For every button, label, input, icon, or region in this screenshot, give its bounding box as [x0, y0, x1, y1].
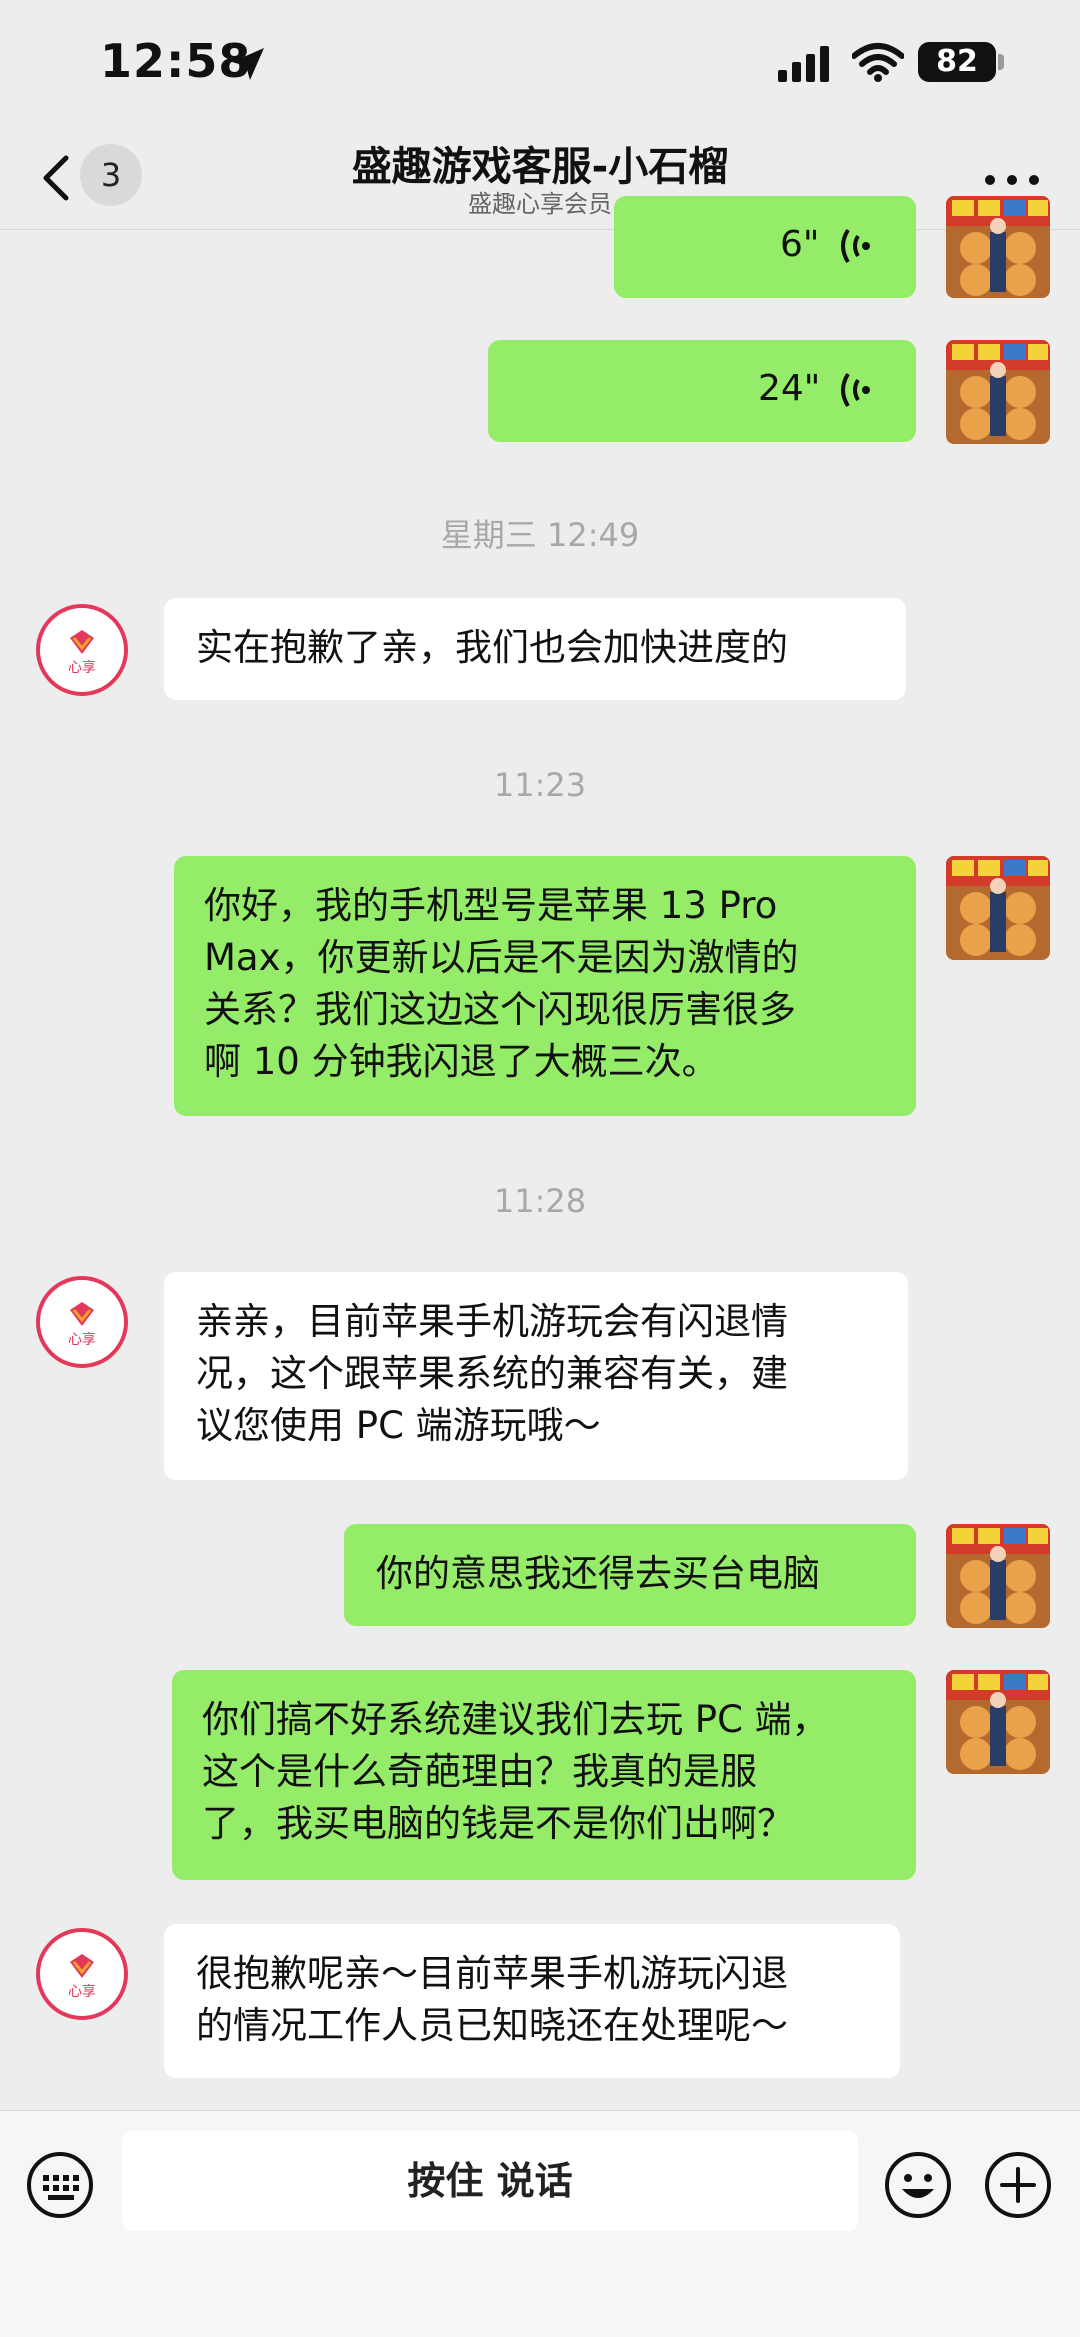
message-line: 很抱歉呢亲～目前苹果手机游玩闪退: [196, 1952, 788, 1995]
cellular-signal-icon: [778, 46, 829, 82]
message-line: 啊 10 分钟我闪退了大概三次。: [204, 1040, 719, 1083]
hold-to-talk-button[interactable]: 按住 说话: [122, 2131, 858, 2231]
my-avatar[interactable]: [946, 856, 1050, 960]
voice-duration: 24": [758, 368, 821, 409]
message-text: 你的意思我还得去买台电脑: [376, 1552, 820, 1595]
message-line: 你们搞不好系统建议我们去玩 PC 端，: [202, 1698, 829, 1741]
wifi-icon: [852, 43, 904, 82]
service-message[interactable]: 很抱歉呢亲～目前苹果手机游玩闪退 的情况工作人员已知晓还在处理呢～: [164, 1924, 900, 2078]
input-bar: 按住 说话: [0, 2110, 1080, 2337]
my-avatar[interactable]: [946, 340, 1050, 444]
my-message[interactable]: 你好，我的手机型号是苹果 13 Pro Max，你更新以后是不是因为激情的 关系…: [174, 856, 916, 1116]
message-line: 亲亲，目前苹果手机游玩会有闪退情: [196, 1300, 788, 1343]
message-text: 实在抱歉了亲，我们也会加快进度的: [196, 626, 788, 669]
message-line: 议您使用 PC 端游玩哦～: [196, 1404, 601, 1447]
service-avatar-label: 心享: [68, 1331, 96, 1348]
heart-logo-icon: 心享: [68, 1302, 96, 1348]
my-avatar[interactable]: [946, 196, 1050, 298]
message-line: 了，我买电脑的钱是不是你们出啊？: [202, 1802, 794, 1845]
message-line: 这个是什么奇葩理由？我真的是服: [202, 1750, 757, 1793]
voice-duration: 6": [780, 224, 820, 265]
voice-wave-icon: [841, 372, 870, 408]
battery-indicator: 82: [918, 42, 996, 82]
my-message[interactable]: 你们搞不好系统建议我们去玩 PC 端， 这个是什么奇葩理由？我真的是服 了，我买…: [172, 1670, 916, 1880]
service-avatar[interactable]: 心享: [36, 1276, 128, 1368]
voice-message[interactable]: 6": [614, 196, 916, 298]
service-avatar[interactable]: 心享: [36, 1928, 128, 2020]
message-line: 的情况工作人员已知晓还在处理呢～: [196, 2004, 788, 2047]
battery-tip: [998, 54, 1004, 70]
message-line: Max，你更新以后是不是因为激情的: [204, 936, 799, 979]
status-bar: 12:58 82: [0, 0, 1080, 130]
more-options-icon[interactable]: [982, 170, 1042, 190]
service-avatar-label: 心享: [68, 1983, 96, 2000]
message-line: 关系？我们这边这个闪现很厉害很多: [204, 988, 796, 1031]
chat-subtitle: 盛趣心享会员: [468, 190, 612, 218]
message-timestamp: 星期三 12:49: [440, 516, 640, 554]
service-avatar[interactable]: 心享: [36, 604, 128, 696]
service-message[interactable]: 实在抱歉了亲，我们也会加快进度的: [164, 598, 906, 700]
chat-header: 3 盛趣游戏客服-小石榴 盛趣心享会员: [0, 130, 1080, 230]
voice-wave-icon: [841, 228, 870, 264]
heart-logo-icon: 心享: [68, 630, 96, 676]
voice-message[interactable]: 24": [488, 340, 916, 442]
service-avatar-label: 心享: [68, 659, 96, 676]
message-timestamp: 11:28: [493, 1182, 587, 1220]
my-avatar[interactable]: [946, 1670, 1050, 1774]
plus-icon[interactable]: [984, 2151, 1052, 2219]
message-line: 你好，我的手机型号是苹果 13 Pro: [204, 884, 778, 927]
emoji-icon[interactable]: [884, 2151, 952, 2219]
keyboard-toggle-icon[interactable]: [26, 2151, 94, 2219]
service-message[interactable]: 亲亲，目前苹果手机游玩会有闪退情 况，这个跟苹果系统的兼容有关，建 议您使用 P…: [164, 1272, 908, 1480]
message-line: 况，这个跟苹果系统的兼容有关，建: [196, 1352, 788, 1395]
my-avatar[interactable]: [946, 1524, 1050, 1628]
heart-logo-icon: 心享: [68, 1954, 96, 2000]
location-arrow-icon: [232, 48, 264, 80]
my-message[interactable]: 你的意思我还得去买台电脑: [344, 1524, 916, 1626]
message-timestamp: 11:23: [493, 766, 587, 804]
